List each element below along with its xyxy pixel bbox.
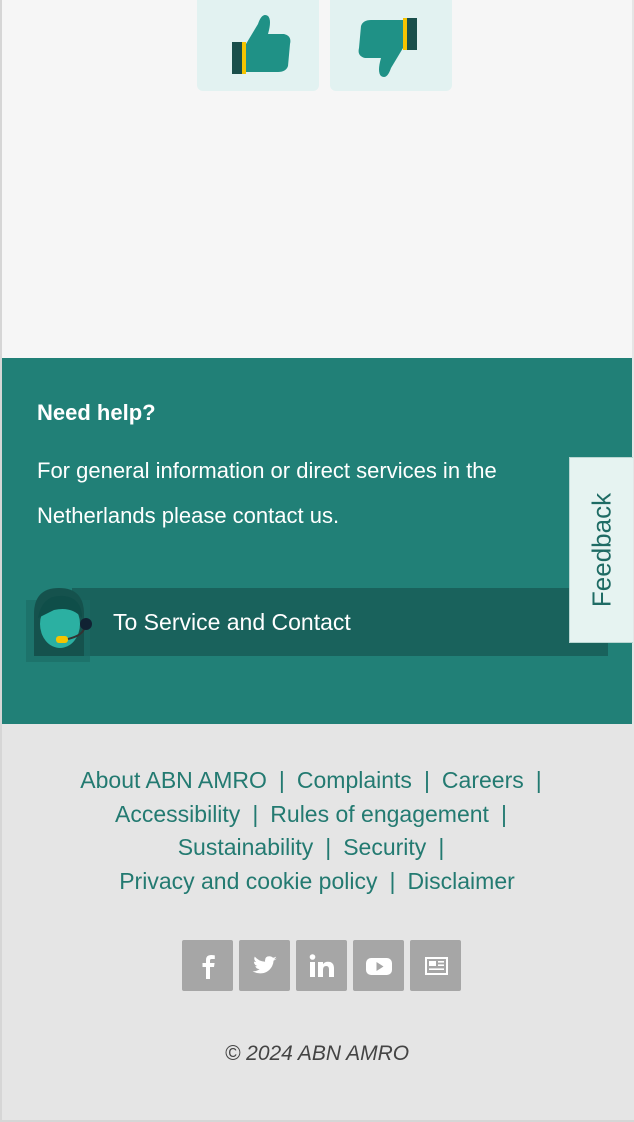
newsletter-link[interactable] (410, 940, 461, 991)
separator: | (535, 767, 542, 793)
footer-link-disclaimer[interactable]: Disclaimer (407, 868, 514, 894)
footer: About ABN AMRO | Complaints | Careers | Acces… (2, 724, 632, 1120)
feedback-vote-section (2, 0, 632, 358)
footer-links-row: Privacy and cookie policy | Disclaimer (2, 865, 632, 899)
separator: | (423, 767, 430, 793)
youtube-icon (365, 957, 392, 975)
thumbs-up-icon (232, 14, 291, 74)
separator: | (325, 834, 332, 860)
help-title: Need help? (37, 400, 156, 425)
feedback-tab[interactable]: Feedback (569, 457, 633, 643)
help-section: Need help? For general information or di… (2, 358, 632, 724)
feedback-label: Feedback (586, 492, 616, 608)
footer-link-complaints[interactable]: Complaints (297, 767, 412, 793)
social-links (182, 940, 461, 991)
service-agent-icon (26, 588, 92, 662)
footer-link-security[interactable]: Security (343, 834, 426, 860)
footer-links-row: Accessibility | Rules of engagement | (2, 798, 632, 832)
twitter-link[interactable] (239, 940, 290, 991)
footer-links-row: About ABN AMRO | Complaints | Careers | (2, 764, 632, 798)
linkedin-link[interactable] (296, 940, 347, 991)
separator: | (438, 834, 445, 860)
service-contact-button[interactable]: To Service and Contact (72, 588, 608, 656)
linkedin-icon (309, 953, 334, 977)
separator: | (252, 800, 259, 827)
facebook-link[interactable] (182, 940, 233, 991)
footer-link-about[interactable]: About ABN AMRO (80, 767, 267, 793)
footer-link-privacy[interactable]: Privacy and cookie policy (119, 868, 377, 894)
footer-links-row: Sustainability | Security | (2, 831, 632, 865)
footer-links: About ABN AMRO | Complaints | Careers | Acces… (2, 764, 632, 898)
copyright: © 2024 ABN AMRO (224, 1042, 410, 1065)
youtube-link[interactable] (353, 940, 404, 991)
footer-link-careers[interactable]: Careers (442, 767, 524, 793)
thumbs-up-button[interactable] (197, 0, 319, 91)
footer-link-sustainability[interactable]: Sustainability (178, 834, 314, 860)
thumbs-down-icon (358, 17, 417, 77)
separator: | (389, 867, 396, 894)
newsletter-icon (424, 956, 448, 975)
separator: | (278, 767, 285, 793)
footer-link-accessibility[interactable]: Accessibility (115, 801, 240, 827)
separator: | (500, 800, 507, 827)
thumbs-down-button[interactable] (330, 0, 452, 91)
twitter-icon (252, 955, 277, 973)
help-text: For general information or direct servic… (37, 458, 497, 528)
footer-link-rules-of-engagement[interactable]: Rules of engagement (270, 801, 489, 827)
service-contact-label: To Service and Contact (113, 609, 351, 635)
facebook-icon (202, 954, 215, 979)
